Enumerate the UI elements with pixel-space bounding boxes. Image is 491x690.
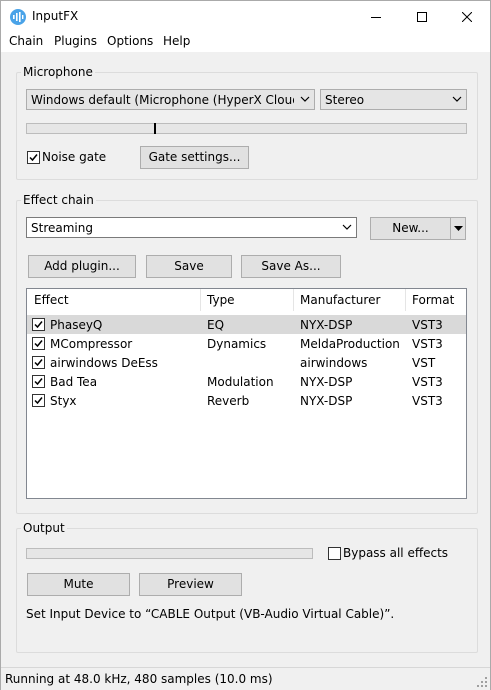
cell-effect: PhaseyQ xyxy=(50,318,103,332)
maximize-button[interactable] xyxy=(399,1,445,32)
new-chain-button[interactable]: New... xyxy=(370,217,451,240)
effects-list[interactable]: Effect Type Manufacturer Format PhaseyQ E… xyxy=(26,288,467,499)
effects-list-header: Effect Type Manufacturer Format xyxy=(27,289,466,311)
checkmark-icon xyxy=(29,154,38,162)
cell-manufacturer: airwindows xyxy=(300,356,368,370)
checkmark-icon xyxy=(34,397,43,405)
maximize-icon xyxy=(417,11,427,22)
gate-settings-button[interactable]: Gate settings... xyxy=(140,146,249,169)
app-window: InputFX Chain Plugins Options Help Micro… xyxy=(0,0,491,690)
cell-manufacturer: NYX-DSP xyxy=(300,375,353,389)
cell-format: VST3 xyxy=(412,375,443,389)
checkmark-icon xyxy=(34,359,43,367)
cell-manufacturer: NYX-DSP xyxy=(300,318,353,332)
menu-chain[interactable]: Chain xyxy=(9,34,43,48)
effect-enabled-checkbox[interactable] xyxy=(32,394,45,407)
microphone-level-marker xyxy=(154,123,156,134)
cell-format: VST xyxy=(412,356,436,370)
checkmark-icon xyxy=(34,378,43,386)
menu-options[interactable]: Options xyxy=(107,34,153,48)
menu-help[interactable]: Help xyxy=(163,34,190,48)
cell-type: Dynamics xyxy=(207,337,267,351)
menu-plugins[interactable]: Plugins xyxy=(54,34,97,48)
chain-preset-value: Streaming xyxy=(31,221,93,235)
cell-type: EQ xyxy=(207,318,225,332)
cell-effect: airwindows DeEss xyxy=(50,356,158,370)
column-header-manufacturer[interactable]: Manufacturer xyxy=(300,293,380,307)
output-hint-text: Set Input Device to “CABLE Output (VB-Au… xyxy=(26,607,395,621)
effect-enabled-checkbox[interactable] xyxy=(32,356,45,369)
close-button[interactable] xyxy=(444,1,490,32)
status-bar: Running at 48.0 kHz, 480 samples (10.0 m… xyxy=(1,667,490,690)
save-as-chain-button[interactable]: Save As... xyxy=(241,255,341,278)
preview-button[interactable]: Preview xyxy=(139,573,242,596)
minimize-icon xyxy=(371,16,381,18)
column-header-type[interactable]: Type xyxy=(207,293,235,307)
column-divider xyxy=(200,289,201,311)
effect-enabled-checkbox[interactable] xyxy=(32,337,45,350)
add-plugin-button[interactable]: Add plugin... xyxy=(28,255,136,278)
noise-gate-label: Noise gate xyxy=(42,150,107,164)
minimize-button[interactable] xyxy=(353,1,399,32)
cell-manufacturer: NYX-DSP xyxy=(300,394,353,408)
checkmark-icon xyxy=(34,340,43,348)
microphone-device-value: Windows default (Microphone (HyperX Clou… xyxy=(31,93,294,107)
resize-grip-icon[interactable] xyxy=(477,677,488,688)
close-icon xyxy=(462,11,472,22)
bypass-all-checkbox[interactable] xyxy=(328,547,341,560)
output-group-label: Output xyxy=(21,521,67,535)
cell-manufacturer: MeldaProduction xyxy=(300,337,400,351)
column-header-format[interactable]: Format xyxy=(412,293,454,307)
column-header-effect[interactable]: Effect xyxy=(34,293,69,307)
window-title: InputFX xyxy=(32,9,79,23)
effect-enabled-checkbox[interactable] xyxy=(32,375,45,388)
title-bar[interactable]: InputFX xyxy=(1,1,490,32)
cell-format: VST3 xyxy=(412,318,443,332)
cell-effect: Bad Tea xyxy=(50,375,98,389)
new-chain-dropdown-button[interactable] xyxy=(450,217,466,240)
save-chain-button[interactable]: Save xyxy=(146,255,232,278)
chevron-down-icon xyxy=(452,96,462,102)
chain-preset-select[interactable]: Streaming xyxy=(26,217,357,238)
cell-effect: Styx xyxy=(50,394,77,408)
effect-row[interactable]: Styx Reverb NYX-DSP VST3 xyxy=(27,391,466,410)
effect-enabled-checkbox[interactable] xyxy=(32,318,45,331)
status-text: Running at 48.0 kHz, 480 samples (10.0 m… xyxy=(5,672,273,686)
mute-button[interactable]: Mute xyxy=(27,573,130,596)
chevron-down-icon xyxy=(300,96,310,102)
app-icon xyxy=(10,9,26,25)
cell-type: Modulation xyxy=(207,375,274,389)
caret-down-icon xyxy=(453,226,463,231)
channel-mode-value: Stereo xyxy=(325,93,365,107)
cell-format: VST3 xyxy=(412,337,443,351)
microphone-level-meter xyxy=(26,123,467,134)
channel-mode-select[interactable]: Stereo xyxy=(320,89,467,110)
output-level-meter xyxy=(26,548,313,559)
effect-row[interactable]: airwindows DeEss airwindows VST xyxy=(27,353,466,372)
bypass-all-label: Bypass all effects xyxy=(343,546,449,560)
microphone-group-label: Microphone xyxy=(21,65,95,79)
noise-gate-checkbox[interactable] xyxy=(27,151,40,164)
effect-chain-group-label: Effect chain xyxy=(21,193,96,207)
microphone-device-select[interactable]: Windows default (Microphone (HyperX Clou… xyxy=(26,89,315,110)
column-divider xyxy=(293,289,294,311)
effect-row[interactable]: Bad Tea Modulation NYX-DSP VST3 xyxy=(27,372,466,391)
cell-effect: MCompressor xyxy=(50,337,133,351)
checkmark-icon xyxy=(34,321,43,329)
cell-type: Reverb xyxy=(207,394,250,408)
effect-row[interactable]: MCompressor Dynamics MeldaProduction VST3 xyxy=(27,334,466,353)
chevron-down-icon xyxy=(342,224,352,230)
column-divider xyxy=(405,289,406,311)
effect-row[interactable]: PhaseyQ EQ NYX-DSP VST3 xyxy=(27,315,466,334)
cell-format: VST3 xyxy=(412,394,443,408)
menu-bar: Chain Plugins Options Help xyxy=(1,32,490,52)
